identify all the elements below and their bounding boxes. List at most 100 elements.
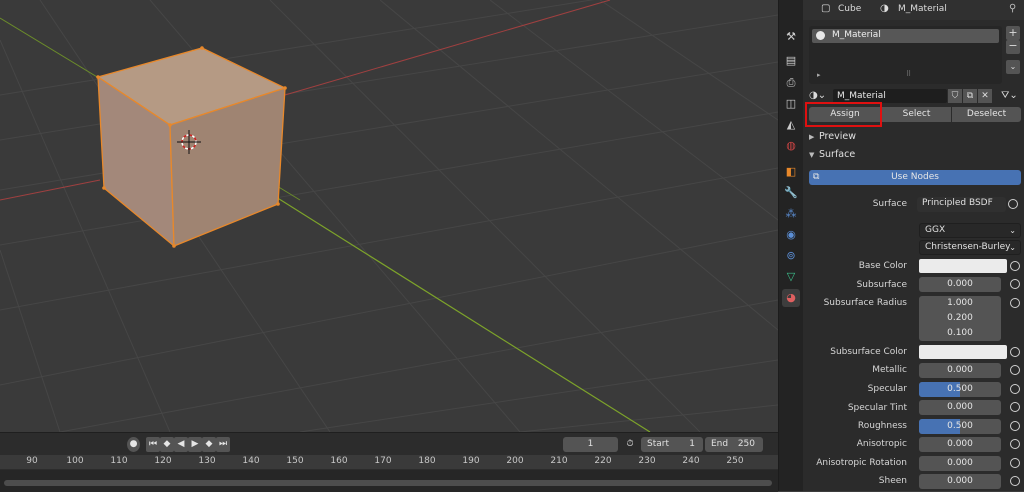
scene-tab-icon[interactable]: ◭ — [782, 116, 800, 134]
preview-label: Preview — [819, 131, 856, 142]
subsurface-color-socket-icon[interactable] — [1010, 347, 1020, 357]
next-keyframe-icon[interactable]: ◆ — [202, 437, 216, 452]
jump-end-icon[interactable]: ⏭ — [216, 437, 230, 452]
particles-tab-icon[interactable]: ⁂ — [782, 205, 800, 223]
object-name: Cube — [838, 4, 862, 14]
deselect-button[interactable]: Deselect — [952, 107, 1021, 122]
use-nodes-label: Use Nodes — [891, 172, 939, 182]
viewport-scene[interactable] — [0, 0, 778, 432]
object-tab-icon[interactable]: ◧ — [782, 163, 800, 181]
surface-panel-header[interactable]: ▼ Surface — [809, 147, 855, 163]
material-tab-icon[interactable]: ◕ — [782, 289, 800, 307]
prev-keyframe-icon[interactable]: ◆ — [160, 437, 174, 452]
material-slot-list[interactable]: M_Material ▸ ⠿ — [809, 26, 1002, 84]
start-frame-field[interactable]: Start 1 — [641, 437, 703, 452]
play-icon[interactable]: ▶ — [188, 437, 202, 452]
roughness-field[interactable]: 0.500 — [919, 419, 1001, 434]
metallic-field[interactable]: 0.000 — [919, 363, 1001, 378]
subsurface-radius-y[interactable]: 0.200 — [919, 311, 1001, 326]
subsurface-value: 0.000 — [947, 279, 973, 289]
list-resize-handle-icon[interactable]: ⠿ — [906, 70, 911, 78]
modifier-tab-icon[interactable]: 🔧 — [782, 184, 800, 202]
slot-specials-icon[interactable]: ⌄ — [1006, 60, 1020, 74]
roughness-value: 0.500 — [947, 421, 973, 431]
browse-material-icon[interactable]: ◑⌄ — [809, 89, 833, 103]
metallic-socket-icon[interactable] — [1010, 365, 1020, 375]
material-slot-name: M_Material — [832, 30, 881, 40]
anisotropic-socket-icon[interactable] — [1010, 439, 1020, 449]
use-nodes-button[interactable]: ⧉ Use Nodes — [809, 170, 1021, 185]
distribution-dropdown[interactable]: GGX ⌄ — [919, 223, 1021, 238]
record-icon[interactable]: ● — [127, 437, 140, 452]
link-mode-icon[interactable]: ⛛⌄ — [1001, 89, 1021, 103]
subsurface-color-swatch[interactable] — [919, 345, 1007, 359]
view-layer-tab-icon[interactable]: ◫ — [782, 95, 800, 113]
roughness-socket-icon[interactable] — [1010, 421, 1020, 431]
anisotropic-rotation-field[interactable]: 0.000 — [919, 456, 1001, 471]
anisotropic-label: Anisotropic — [856, 439, 907, 449]
jump-start-icon[interactable]: ⏮ — [146, 437, 160, 452]
specular-tint-field[interactable]: 0.000 — [919, 400, 1001, 415]
sheen-socket-icon[interactable] — [1010, 476, 1020, 486]
anisotropic-rotation-label: Anisotropic Rotation — [816, 458, 907, 468]
subsurface-socket-icon[interactable] — [1010, 279, 1020, 289]
sheen-field[interactable]: 0.000 — [919, 474, 1001, 489]
pin-icon[interactable]: ⚲ — [1009, 3, 1016, 14]
preview-panel-header[interactable]: ▶ Preview — [809, 129, 856, 145]
subsurface-radius-socket-icon[interactable] — [1010, 298, 1020, 308]
subsurface-field[interactable]: 0.000 — [919, 277, 1001, 292]
expand-list-icon[interactable]: ▸ — [817, 71, 821, 79]
end-frame-field[interactable]: End 250 — [705, 437, 763, 452]
constraints-tab-icon[interactable]: ⊚ — [782, 247, 800, 265]
anisotropic-value: 0.000 — [947, 439, 973, 449]
stopwatch-icon[interactable]: ⏱ — [623, 437, 637, 452]
output-tab-icon[interactable]: ⎙ — [782, 74, 800, 92]
highlight-box — [805, 102, 882, 127]
subsurface-label: Subsurface — [856, 280, 907, 290]
data-tab-icon[interactable]: ▽ — [782, 268, 800, 286]
current-frame-field[interactable]: 1 — [563, 437, 618, 452]
3d-viewport[interactable] — [0, 0, 778, 432]
specular-tint-label: Specular Tint — [847, 403, 907, 413]
subsurface-radius-z[interactable]: 0.100 — [919, 326, 1001, 341]
select-button[interactable]: Select — [882, 107, 951, 122]
surface-socket-icon[interactable] — [1008, 199, 1018, 209]
subsurface-method-dropdown[interactable]: Christensen-Burley ⌄ — [919, 240, 1021, 255]
end-frame-label: End — [711, 439, 729, 449]
tool-tab-icon[interactable]: ⚒ — [782, 28, 800, 46]
frame-ruler[interactable]: 90 100 110 120 130 140 150 160 170 180 1… — [0, 455, 778, 469]
anisotropic-rotation-socket-icon[interactable] — [1010, 458, 1020, 468]
timeline-scrollbar[interactable] — [4, 480, 772, 486]
material-name-value: M_Material — [837, 91, 886, 101]
world-tab-icon[interactable]: ◍ — [782, 137, 800, 155]
subsurface-radius-x[interactable]: 1.000 — [919, 296, 1001, 311]
start-frame-label: Start — [647, 439, 669, 449]
base-color-swatch[interactable] — [919, 259, 1007, 273]
cube-object[interactable] — [96, 46, 287, 248]
specular-socket-icon[interactable] — [1010, 384, 1020, 394]
duplicate-icon[interactable]: ⧉ — [963, 89, 977, 103]
render-tab-icon[interactable]: ▤ — [782, 52, 800, 70]
unlink-icon[interactable]: ✕ — [978, 89, 992, 103]
x-axis-line-left — [0, 179, 101, 201]
expanded-arrow-icon: ▼ — [809, 151, 815, 159]
specular-tint-socket-icon[interactable] — [1010, 402, 1020, 412]
ruler-tick: 150 — [286, 456, 304, 466]
base-color-socket-icon[interactable] — [1010, 261, 1020, 271]
add-slot-icon[interactable]: + — [1006, 26, 1020, 40]
x-axis-line-right — [284, 0, 611, 96]
anisotropic-field[interactable]: 0.000 — [919, 437, 1001, 452]
remove-slot-icon[interactable]: − — [1006, 40, 1020, 54]
physics-tab-icon[interactable]: ◉ — [782, 226, 800, 244]
ruler-tick: 160 — [330, 456, 348, 466]
specular-field[interactable]: 0.500 — [919, 382, 1001, 397]
properties-editor: ▣⌄ ▢ Cube ◑ M_Material ⚲ ⚒ ▤ ⎙ ◫ ◭ ◍ ◧ 🔧… — [778, 0, 1024, 491]
ruler-tick: 110 — [110, 456, 128, 466]
surface-shader-selector[interactable]: Principled BSDF — [917, 197, 1006, 212]
fake-user-icon[interactable]: ⛉ — [948, 89, 962, 103]
material-name-field[interactable]: M_Material — [833, 89, 947, 103]
ruler-tick: 190 — [462, 456, 480, 466]
material-slot-item[interactable]: M_Material — [812, 29, 999, 43]
sheen-value: 0.000 — [947, 476, 973, 486]
play-reverse-icon[interactable]: ◀ — [174, 437, 188, 452]
